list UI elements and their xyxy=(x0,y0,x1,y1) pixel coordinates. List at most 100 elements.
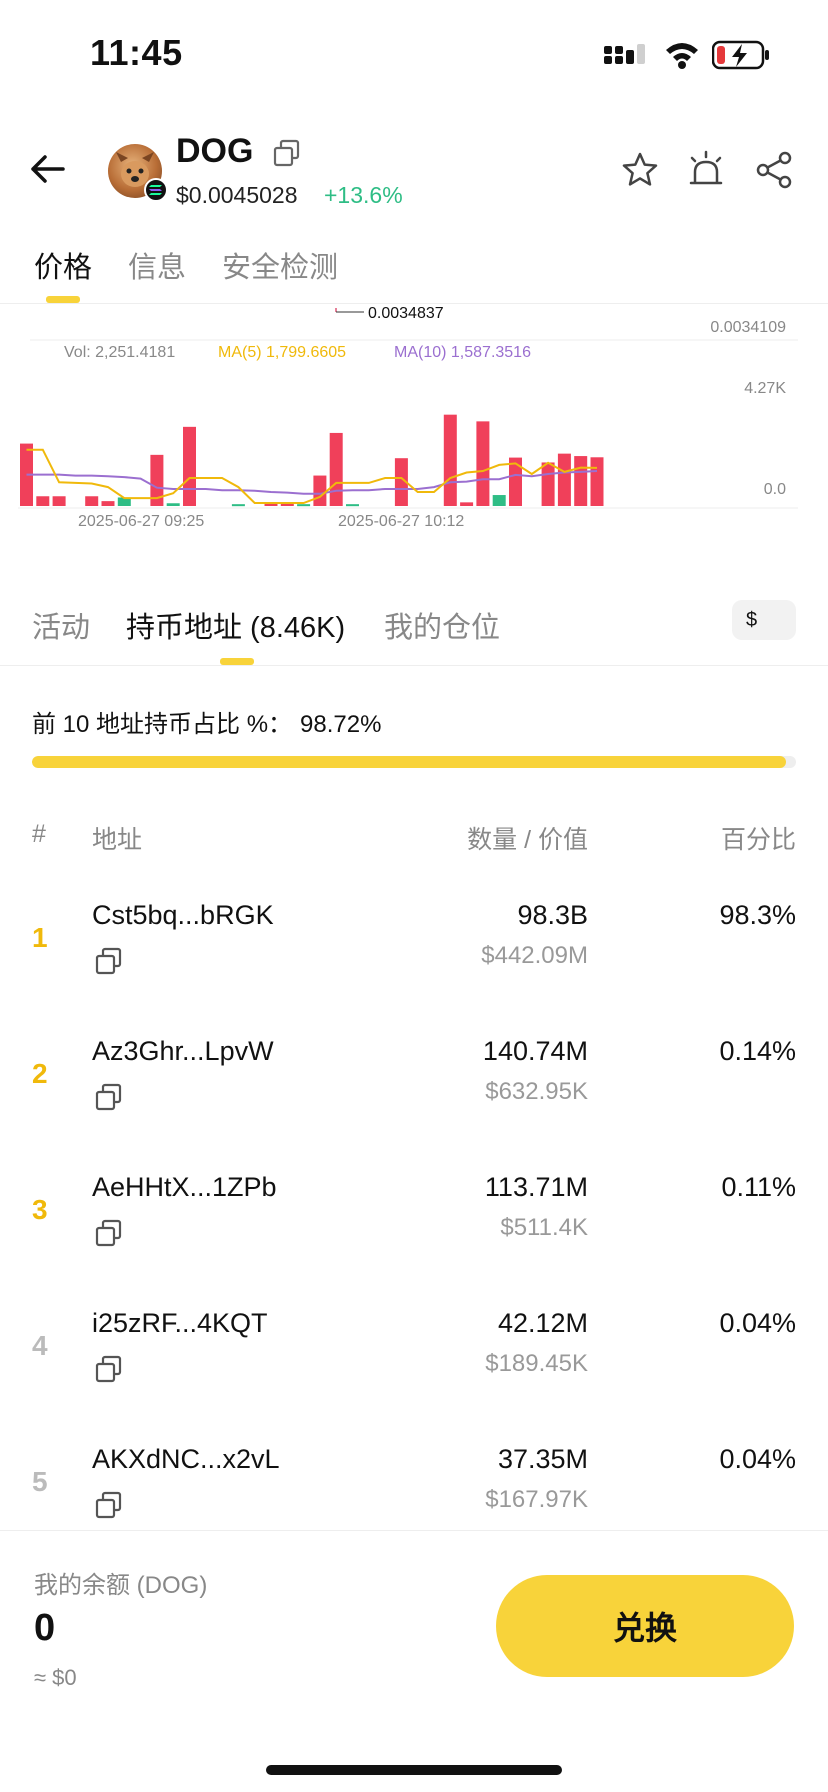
alert-button[interactable] xyxy=(684,148,728,192)
row-quantity: 98.3B xyxy=(517,900,588,930)
home-indicator xyxy=(266,1765,562,1775)
row-value: $632.95K xyxy=(485,1078,588,1105)
volume-bar xyxy=(166,503,180,506)
share-button[interactable] xyxy=(752,148,796,192)
tab-activity[interactable]: 活动 xyxy=(32,604,90,646)
arrow-left-icon xyxy=(31,155,65,183)
table-row[interactable]: 2 Az3Ghr...LpvW 140.74M $632.95K 0.14% xyxy=(0,1024,828,1160)
volume-bar xyxy=(557,453,571,506)
token-price: $0.0045028 xyxy=(176,182,298,208)
volume-bar xyxy=(509,457,522,506)
header-qty-value: 数量 / 价值 xyxy=(467,826,588,854)
volume-bar xyxy=(101,501,115,506)
token-header: DOG $0.0045028 +13.6% xyxy=(0,120,828,230)
row-rank: 4 xyxy=(32,1330,48,1361)
copy-icon[interactable] xyxy=(94,1218,124,1248)
solana-chain-icon xyxy=(144,178,168,202)
table-row[interactable]: 4 i25zRF...4KQT 42.12M $189.45K 0.04% xyxy=(0,1296,828,1432)
balance-label: 我的余额 (DOG) xyxy=(34,1572,208,1599)
row-address[interactable]: Cst5bq...bRGK xyxy=(92,900,274,931)
favorite-button[interactable] xyxy=(618,148,662,192)
volume-chart[interactable]: 0.0034837 0.0034109 Vol: 2,251.4181 MA(5… xyxy=(0,304,828,536)
top10-progress xyxy=(32,756,796,768)
y-tick-zero: 0.0 xyxy=(764,481,786,498)
copy-icon[interactable] xyxy=(94,1490,124,1520)
volume-bar xyxy=(297,504,311,507)
top10-label: 前 10 地址持币占比 %： xyxy=(32,711,293,738)
volume-bar xyxy=(231,504,245,507)
header-percent: 百分比 xyxy=(720,826,796,854)
copy-icon[interactable] xyxy=(272,138,302,168)
copy-icon[interactable] xyxy=(94,1354,124,1384)
ma10-legend: MA(10) 1,587.3516 xyxy=(394,344,531,361)
tab-holders[interactable]: 持币地址 (8.46K) xyxy=(126,604,345,646)
row-address[interactable]: Az3Ghr...LpvW xyxy=(92,1036,274,1067)
currency-toggle[interactable]: $ xyxy=(732,600,796,640)
y-tick-max: 4.27K xyxy=(744,380,786,397)
status-bar: 11:45 xyxy=(0,0,828,110)
header-address: 地址 xyxy=(92,826,143,854)
holders-list: 1 Cst5bq...bRGK 98.3B $442.09M 98.3% 2 A… xyxy=(0,888,828,1568)
volume-bar xyxy=(85,496,99,506)
x-tick-2: 2025-06-27 10:12 xyxy=(338,513,464,530)
tab-security[interactable]: 安全检测 xyxy=(222,244,338,286)
row-address[interactable]: i25zRF...4KQT xyxy=(92,1308,268,1339)
volume-bar xyxy=(541,462,555,506)
wifi-icon xyxy=(666,43,698,69)
battery-charging-icon xyxy=(712,40,769,70)
swap-button[interactable]: 兑换 xyxy=(496,1575,794,1677)
volume-bar xyxy=(590,457,604,506)
price-marker-label: 0.0034837 xyxy=(368,305,444,322)
row-percent: 0.11% xyxy=(721,1172,796,1202)
row-rank: 2 xyxy=(32,1058,48,1089)
volume-bar xyxy=(346,504,359,507)
copy-icon[interactable] xyxy=(94,1082,124,1112)
table-row[interactable]: 1 Cst5bq...bRGK 98.3B $442.09M 98.3% xyxy=(0,888,828,1024)
row-rank: 3 xyxy=(32,1194,48,1225)
row-percent: 98.3% xyxy=(719,900,796,930)
volume-bar xyxy=(280,503,294,506)
section-tab-indicator xyxy=(220,658,254,665)
row-percent: 0.04% xyxy=(719,1308,796,1338)
copy-icon[interactable] xyxy=(94,946,124,976)
balance-usd: ≈ $0 xyxy=(34,1665,77,1690)
row-address[interactable]: AKXdNC...x2vL xyxy=(92,1444,280,1475)
cellular-signal-icon xyxy=(604,44,645,64)
volume-bar xyxy=(264,503,278,506)
vol-legend: Vol: 2,251.4181 xyxy=(64,344,175,361)
top10-progress-fill xyxy=(32,756,787,768)
row-value: $511.4K xyxy=(500,1214,588,1241)
section-tabs: 活动 持币地址 (8.46K) 我的仓位 $ xyxy=(0,596,828,666)
alarm-icon xyxy=(689,150,723,185)
row-rank: 1 xyxy=(32,922,48,953)
volume-bar xyxy=(460,502,474,506)
volume-bar xyxy=(183,426,196,506)
tab-my-positions[interactable]: 我的仓位 xyxy=(384,604,500,646)
tab-indicator xyxy=(46,296,80,303)
tab-price[interactable]: 价格 xyxy=(34,244,92,286)
balance-amount: 0 xyxy=(34,1607,56,1649)
share-icon xyxy=(756,151,792,189)
star-icon xyxy=(622,152,658,186)
top-tabs: 价格 信息 安全检测 xyxy=(0,238,828,304)
row-quantity: 113.71M xyxy=(484,1172,588,1202)
top10-summary: 前 10 地址持币占比 %： 98.72% xyxy=(32,704,381,739)
row-percent: 0.14% xyxy=(719,1036,796,1066)
top10-value: 98.72% xyxy=(300,711,382,738)
volume-bar xyxy=(492,495,506,506)
table-row[interactable]: 3 AeHHtX...1ZPb 113.71M $511.4K 0.11% xyxy=(0,1160,828,1296)
right-price-label: 0.0034109 xyxy=(710,319,786,336)
row-quantity: 140.74M xyxy=(482,1036,588,1066)
header-rank: # xyxy=(32,820,46,848)
volume-bar xyxy=(443,414,457,506)
volume-bar xyxy=(36,496,50,506)
volume-bar xyxy=(574,456,588,506)
price-change: +13.6% xyxy=(324,182,403,208)
row-address[interactable]: AeHHtX...1ZPb xyxy=(92,1172,277,1203)
back-button[interactable] xyxy=(24,146,70,192)
row-value: $189.45K xyxy=(485,1350,588,1377)
tab-info[interactable]: 信息 xyxy=(128,244,186,286)
volume-bar xyxy=(52,496,66,506)
row-quantity: 37.35M xyxy=(497,1444,588,1474)
holders-table-header: # 地址 数量 / 价值 百分比 xyxy=(0,820,828,860)
